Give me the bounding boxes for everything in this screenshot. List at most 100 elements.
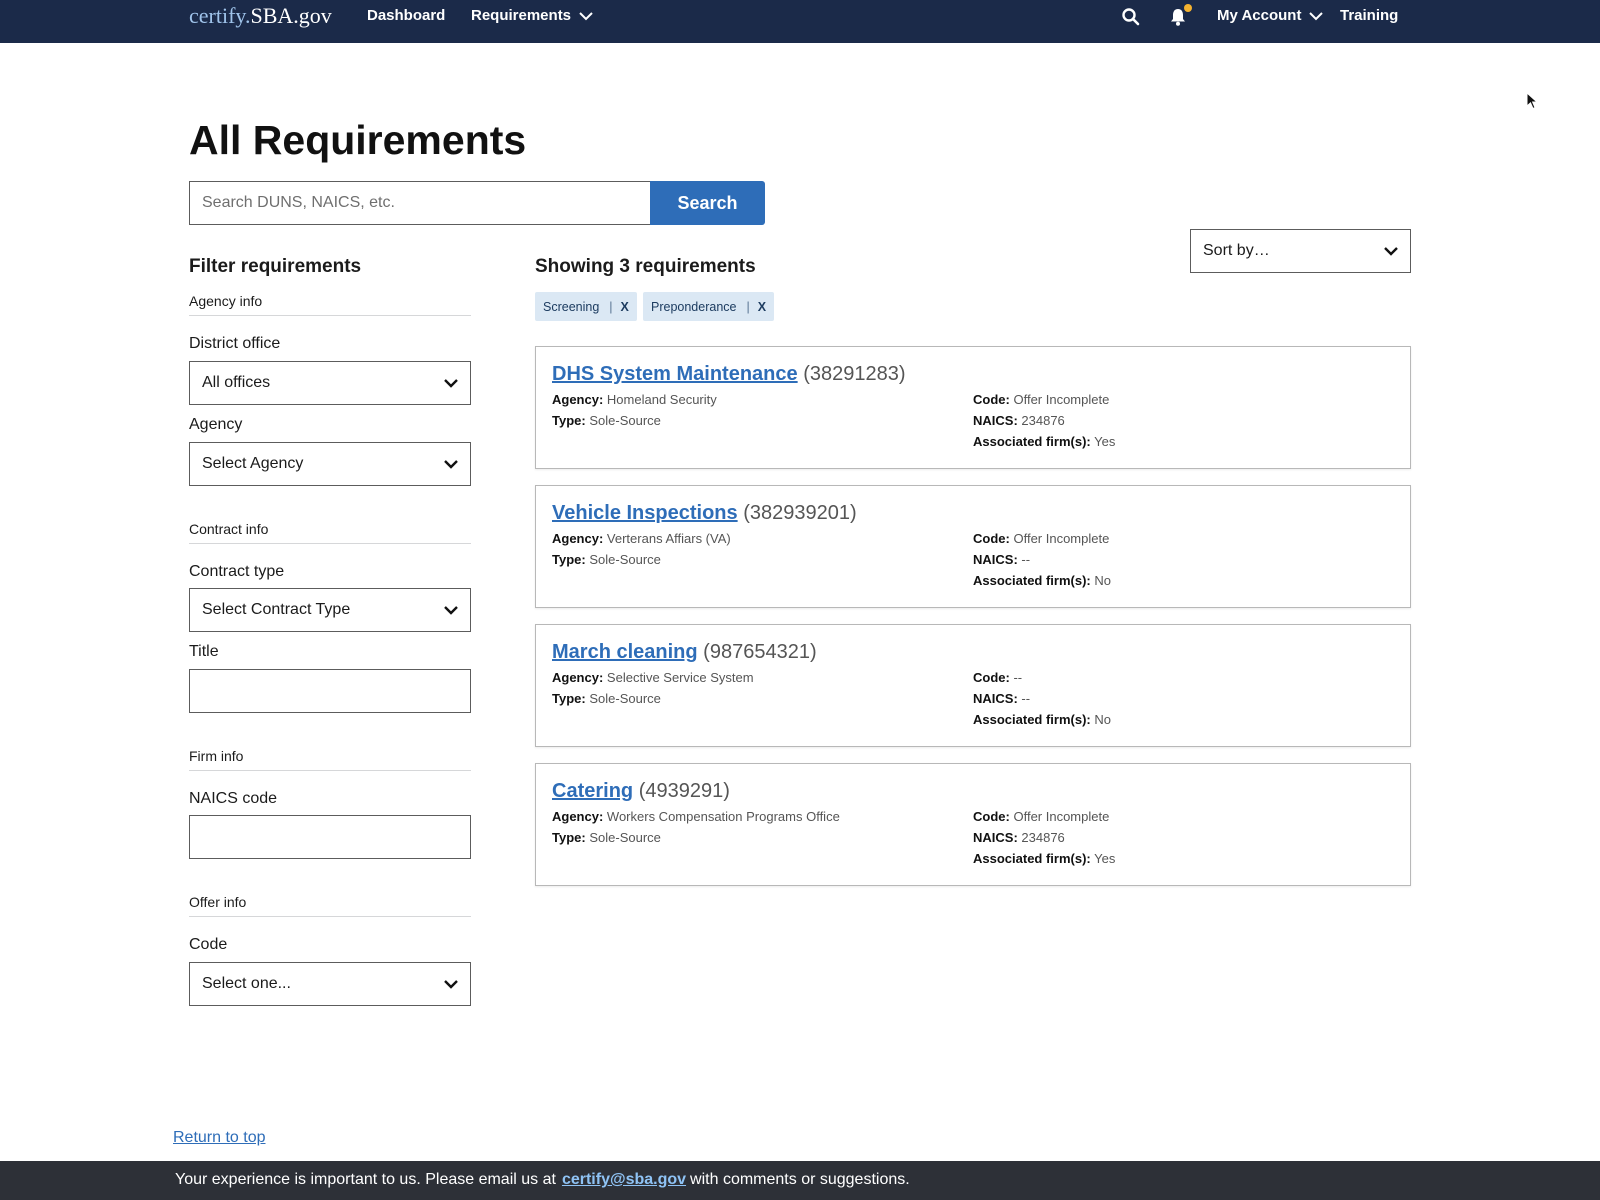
- nav-training[interactable]: Training: [1340, 7, 1398, 24]
- agency-field-label: Agency:: [552, 531, 604, 546]
- naics-code-input[interactable]: [189, 815, 471, 859]
- top-navigation-bar: certify.SBA.gov Dashboard Requirements M…: [0, 0, 1600, 43]
- requirement-id: (987654321): [703, 641, 817, 663]
- contract-type-value: Select Contract Type: [202, 601, 351, 618]
- requirement-title-link[interactable]: Vehicle Inspections: [552, 502, 738, 524]
- contract-info-section-label: Contract info: [189, 521, 471, 544]
- agency-label: Agency: [189, 416, 243, 433]
- requirement-type: Type: Sole-Source: [552, 691, 661, 706]
- filter-tag-separator: |: [609, 299, 613, 314]
- nav-my-account[interactable]: My Account: [1217, 7, 1324, 24]
- footer-email-link[interactable]: certify@sba.gov: [562, 1171, 686, 1188]
- chevron-down-icon: [444, 379, 458, 388]
- requirement-naics: NAICS: --: [973, 691, 1030, 706]
- requirement-id: (38291283): [803, 363, 906, 385]
- requirement-naics: NAICS: 234876: [973, 413, 1065, 428]
- return-to-top-link[interactable]: Return to top: [173, 1129, 266, 1147]
- requirement-title-link[interactable]: DHS System Maintenance: [552, 363, 798, 385]
- logo-suffix: SBA.gov: [250, 3, 332, 28]
- nav-dashboard-label: Dashboard: [367, 7, 446, 24]
- search-input[interactable]: [189, 181, 650, 225]
- requirement-associated-firms: Associated firm(s): No: [973, 573, 1111, 588]
- agency-select[interactable]: Select Agency: [189, 442, 471, 486]
- filter-heading: Filter requirements: [189, 256, 362, 277]
- code-select[interactable]: Select one...: [189, 962, 471, 1006]
- page-title: All Requirements: [189, 117, 527, 163]
- title-label: Title: [189, 643, 219, 660]
- sort-by-select[interactable]: Sort by…: [1190, 229, 1411, 273]
- nav-my-account-label: My Account: [1217, 7, 1302, 24]
- naics-field-label: NAICS:: [973, 691, 1018, 706]
- nav-dashboard[interactable]: Dashboard: [367, 7, 445, 24]
- agency-value: Selective Service System: [606, 670, 754, 685]
- code-value: Select one...: [202, 975, 291, 992]
- district-office-label: District office: [189, 335, 281, 352]
- requirement-code: Code: Offer Incomplete: [973, 531, 1109, 546]
- chevron-down-icon: [1309, 11, 1324, 20]
- offer-info-section-label: Offer info: [189, 894, 471, 917]
- agency-value: Homeland Security: [606, 392, 717, 407]
- nav-requirements[interactable]: Requirements: [471, 7, 593, 24]
- title-input[interactable]: [189, 669, 471, 713]
- requirement-type: Type: Sole-Source: [552, 830, 661, 845]
- agency-value: Workers Compensation Programs Office: [606, 809, 840, 824]
- filter-tag-label: Screening: [543, 299, 600, 314]
- type-field-label: Type:: [552, 552, 586, 567]
- firms-field-label: Associated firm(s):: [973, 434, 1091, 449]
- code-value: Offer Incomplete: [1013, 531, 1110, 546]
- code-field-label: Code:: [973, 670, 1010, 685]
- type-field-label: Type:: [552, 413, 586, 428]
- firms-value: Yes: [1094, 434, 1116, 449]
- firms-field-label: Associated firm(s):: [973, 712, 1091, 727]
- sort-by-value: Sort by…: [1203, 242, 1270, 259]
- requirement-code: Code: --: [973, 670, 1022, 685]
- requirement-associated-firms: Associated firm(s): Yes: [973, 434, 1115, 449]
- results-count-heading: Showing 3 requirements: [535, 256, 756, 277]
- agency-value: Select Agency: [202, 455, 304, 472]
- footer-text-before: Your experience is important to us. Plea…: [175, 1171, 556, 1188]
- requirement-id: (4939291): [638, 780, 730, 802]
- requirement-type: Type: Sole-Source: [552, 413, 661, 428]
- requirement-card: March cleaning (987654321) Agency: Selec…: [535, 624, 1411, 747]
- search-icon[interactable]: [1121, 7, 1141, 27]
- filter-tag-separator: |: [746, 299, 750, 314]
- district-office-select[interactable]: All offices: [189, 361, 471, 405]
- requirement-associated-firms: Associated firm(s): Yes: [973, 851, 1115, 866]
- requirement-agency: Agency: Verterans Affiars (VA): [552, 531, 731, 546]
- remove-filter-button[interactable]: X: [621, 300, 629, 314]
- code-field-label: Code:: [973, 531, 1010, 546]
- code-value: Offer Incomplete: [1013, 392, 1110, 407]
- agency-field-label: Agency:: [552, 392, 604, 407]
- naics-value: --: [1021, 691, 1031, 706]
- type-value: Sole-Source: [589, 830, 661, 845]
- requirement-title-link[interactable]: Catering: [552, 780, 633, 802]
- requirement-card: DHS System Maintenance (38291283) Agency…: [535, 346, 1411, 469]
- type-value: Sole-Source: [589, 552, 661, 567]
- search-button[interactable]: Search: [650, 181, 765, 225]
- type-value: Sole-Source: [589, 691, 661, 706]
- requirement-title: DHS System Maintenance (38291283): [552, 363, 906, 386]
- footer-text-after: with comments or suggestions.: [690, 1171, 910, 1188]
- notification-dot: [1184, 4, 1192, 12]
- requirement-card: Vehicle Inspections (382939201) Agency: …: [535, 485, 1411, 608]
- firm-info-section-label: Firm info: [189, 748, 471, 771]
- chevron-down-icon: [1384, 247, 1398, 256]
- naics-value: --: [1021, 552, 1031, 567]
- filter-tag-preponderance: Preponderance | X: [643, 292, 775, 321]
- agency-field-label: Agency:: [552, 809, 604, 824]
- remove-filter-button[interactable]: X: [758, 300, 766, 314]
- requirement-agency: Agency: Workers Compensation Programs Of…: [552, 809, 840, 824]
- contract-type-select[interactable]: Select Contract Type: [189, 588, 471, 632]
- requirement-code: Code: Offer Incomplete: [973, 392, 1109, 407]
- agency-value: Verterans Affiars (VA): [606, 531, 731, 546]
- chevron-down-icon: [444, 980, 458, 989]
- nav-requirements-label: Requirements: [471, 7, 572, 24]
- requirement-title: Vehicle Inspections (382939201): [552, 502, 857, 525]
- site-logo[interactable]: certify.SBA.gov: [189, 3, 332, 29]
- chevron-down-icon: [579, 11, 593, 20]
- contract-type-label: Contract type: [189, 563, 285, 580]
- mouse-cursor-icon: [1526, 92, 1538, 110]
- requirement-title-link[interactable]: March cleaning: [552, 641, 698, 663]
- requirement-code: Code: Offer Incomplete: [973, 809, 1109, 824]
- type-field-label: Type:: [552, 830, 586, 845]
